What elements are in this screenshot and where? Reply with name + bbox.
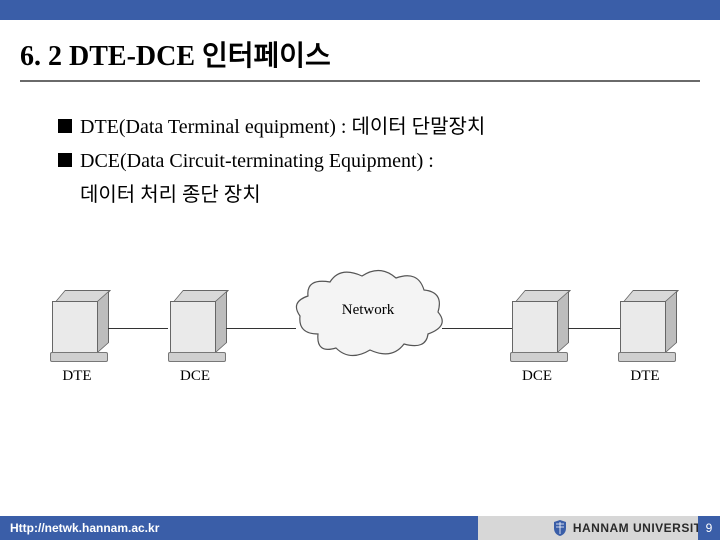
device-box-icon [50,290,104,354]
bullet-text: DCE(Data Circuit-terminating Equipment) … [80,144,434,178]
square-bullet-icon [58,119,72,133]
device-box-icon [618,290,672,354]
wire [108,328,168,329]
dce-right-device: DCE [510,290,564,385]
footer-org: HANNAM UNIVERSITY [478,516,720,540]
page-number: 9 [698,516,720,540]
wire [568,328,620,329]
square-bullet-icon [58,153,72,167]
shield-icon [553,520,567,536]
bullet-item: DTE(Data Terminal equipment) : 데이터 단말장치 [58,110,720,144]
bullet-item: DCE(Data Circuit-terminating Equipment) … [58,144,720,178]
dce-left-label: DCE [168,368,222,385]
content-area: DTE(Data Terminal equipment) : 데이터 단말장치 … [0,82,720,212]
dte-left-device: DTE [50,290,104,385]
dte-right-label: DTE [618,368,672,385]
device-box-icon [168,290,222,354]
dce-left-device: DCE [168,290,222,385]
dce-right-label: DCE [510,368,564,385]
top-bar [0,0,720,20]
network-diagram: DTE DCE Network DCE DTE [50,258,670,438]
network-cloud-icon: Network [288,264,448,354]
device-box-icon [510,290,564,354]
network-label: Network [288,302,448,319]
bullet-continuation: 데이터 처리 종단 장치 [58,178,720,212]
wire [226,328,296,329]
footer-url: Http://netwk.hannam.ac.kr [0,516,478,540]
dte-right-device: DTE [618,290,672,385]
wire [442,328,512,329]
footer-org-text: HANNAM UNIVERSITY [573,521,710,535]
slide-title: 6. 2 DTE-DCE 인터페이스 [0,20,720,74]
dte-left-label: DTE [50,368,104,385]
bullet-text: DTE(Data Terminal equipment) : 데이터 단말장치 [80,110,485,144]
footer: Http://netwk.hannam.ac.kr HANNAM UNIVERS… [0,516,720,540]
